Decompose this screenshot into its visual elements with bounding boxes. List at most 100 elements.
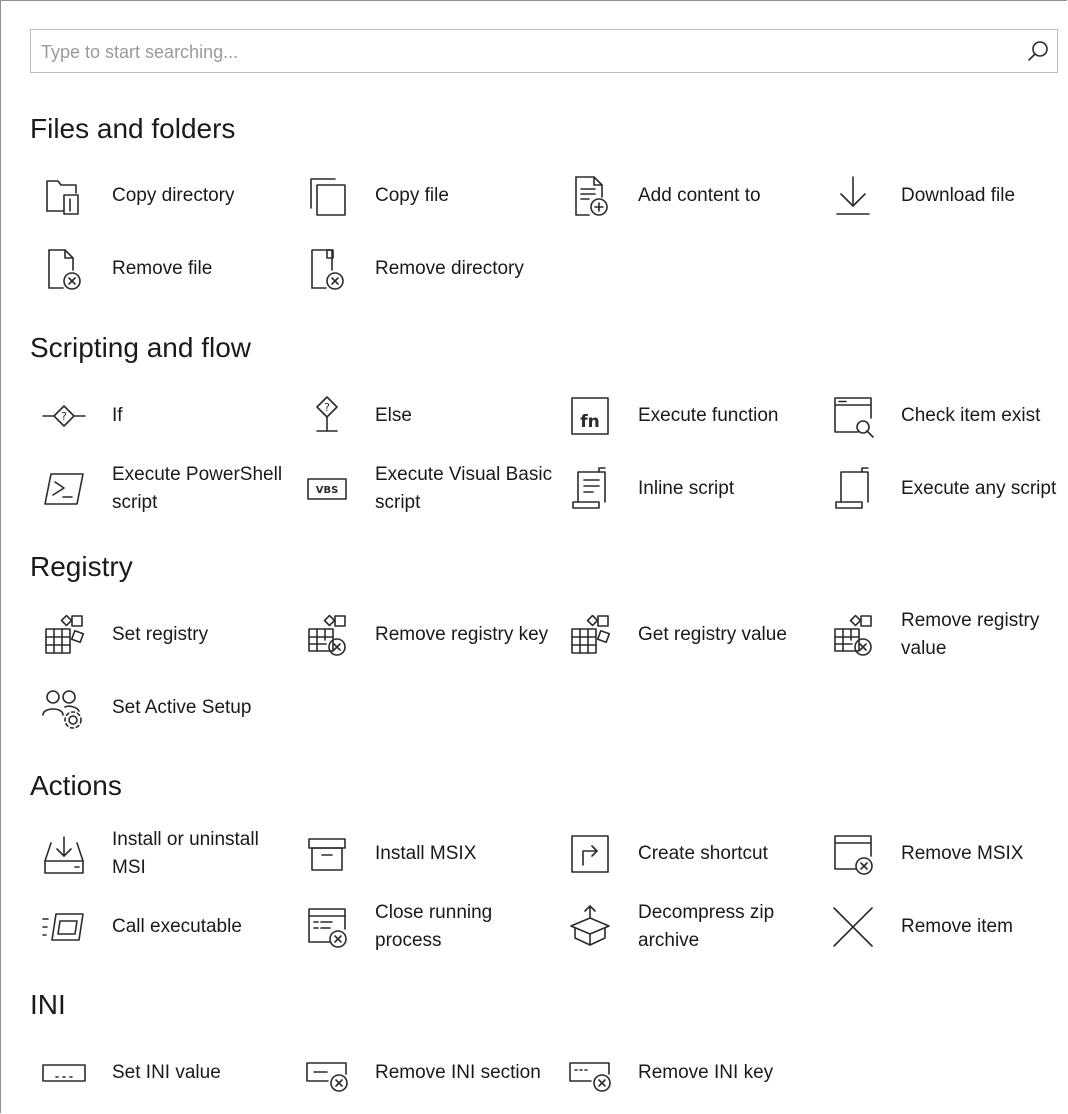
toolbox-item-execute-visual-basic-script[interactable]: VBS Execute Visual Basic script	[302, 459, 564, 519]
toolbox-item-remove-msix[interactable]: Remove MSIX	[828, 824, 1068, 884]
toolbox-item-check-item-exist[interactable]: Check item exist	[828, 386, 1068, 446]
registry-icon	[565, 610, 615, 660]
remove-item-icon	[828, 902, 878, 952]
toolbox-item-create-shortcut[interactable]: Create shortcut	[565, 824, 827, 884]
script-icon	[828, 464, 878, 514]
toolbox-item-copy-directory[interactable]: Copy directory	[39, 166, 301, 226]
toolbox-item-label: Execute function	[638, 405, 779, 426]
remove-window-icon	[828, 829, 878, 879]
toolbox-item-else[interactable]: ? Else	[302, 386, 564, 446]
vbs-icon: VBS	[302, 464, 352, 514]
svg-text:?: ?	[324, 401, 330, 414]
toolbox-item-label: Else	[375, 405, 412, 426]
toolbox-item-install-or-uninstall-msi[interactable]: Install or uninstall MSI	[39, 824, 301, 884]
toolbox-item-label: Install or uninstall MSI	[112, 829, 259, 878]
toolbox-item-label: Remove MSIX	[901, 843, 1024, 864]
check-item-icon	[828, 391, 878, 441]
toolbox-item-label: Set INI value	[112, 1062, 221, 1083]
toolbox-item-set-active-setup[interactable]: Set Active Setup	[39, 678, 301, 738]
toolbox-item-remove-item[interactable]: Remove item	[828, 897, 1068, 957]
toolbox-item-label: Inline script	[638, 478, 735, 499]
toolbox-item-label: Set registry	[112, 624, 209, 645]
toolbox-item-execute-powershell-script[interactable]: Execute PowerShell script	[39, 459, 301, 519]
toolbox-item-label: Remove file	[112, 258, 213, 279]
toolbox-item-add-content-to[interactable]: Add content to	[565, 166, 827, 226]
toolbox-item-execute-function[interactable]: fn Execute function	[565, 386, 827, 446]
powershell-icon	[39, 464, 89, 514]
toolbox-item-remove-registry-value[interactable]: Remove registry value	[828, 605, 1068, 665]
toolbox-item-label: Download file	[901, 185, 1016, 206]
add-content-icon	[565, 171, 615, 221]
toolbox-item-label: Remove item	[901, 916, 1013, 937]
toolbox-item-remove-directory[interactable]: Remove directory	[302, 239, 564, 299]
toolbox-item-remove-file[interactable]: Remove file	[39, 239, 301, 299]
toolbox-item-label: Remove registry key	[375, 624, 549, 645]
section-title-scripting-and-flow: Scripting and flow	[30, 332, 252, 363]
toolbox-item-remove-registry-key[interactable]: Remove registry key	[302, 605, 564, 665]
if-icon: ?	[39, 391, 89, 441]
toolbox-item-label: Remove directory	[375, 258, 524, 279]
toolbox-item-label: Remove registry value	[901, 610, 1040, 659]
toolbox-item-label: Execute PowerShell script	[112, 464, 283, 513]
search-box[interactable]	[30, 29, 1058, 74]
svg-text:?: ?	[61, 410, 67, 423]
remove-registry-icon	[828, 610, 878, 660]
toolbox-item-label: Copy directory	[112, 185, 235, 206]
install-tray-icon	[39, 829, 89, 879]
close-process-icon	[302, 902, 352, 952]
svg-text:VBS: VBS	[316, 485, 339, 496]
toolbox-item-label: Set Active Setup	[112, 697, 252, 718]
remove-registry-icon	[302, 610, 352, 660]
toolbox-item-label: Close running process	[375, 902, 493, 951]
toolbox-item-label: Get registry value	[638, 624, 787, 645]
search-icon[interactable]	[1027, 40, 1049, 62]
ini-value-icon	[39, 1048, 89, 1098]
toolbox-item-label: If	[112, 405, 123, 426]
section-title-actions: Actions	[30, 770, 122, 801]
executable-icon	[39, 902, 89, 952]
toolbox-item-label: Remove INI section	[375, 1062, 541, 1083]
registry-icon	[39, 610, 89, 660]
toolbox-item-label: Add content to	[638, 185, 761, 206]
toolbox-item-get-registry-value[interactable]: Get registry value	[565, 605, 827, 665]
toolbox-item-set-registry[interactable]: Set registry	[39, 605, 301, 665]
search-input[interactable]	[39, 30, 1003, 74]
download-icon	[828, 171, 878, 221]
section-title-ini: INI	[30, 989, 66, 1020]
toolbox-item-label: Create shortcut	[638, 843, 768, 864]
box-icon	[302, 829, 352, 879]
toolbox-item-install-msix[interactable]: Install MSIX	[302, 824, 564, 884]
toolbox-item-download-file[interactable]: Download file	[828, 166, 1068, 226]
toolbox-item-label: Install MSIX	[375, 843, 477, 864]
users-gear-icon	[39, 683, 89, 733]
copy-file-icon	[302, 171, 352, 221]
toolbox-item-set-ini-value[interactable]: Set INI value	[39, 1043, 301, 1103]
toolbox-item-copy-file[interactable]: Copy file	[302, 166, 564, 226]
toolbox-item-remove-ini-section[interactable]: Remove INI section	[302, 1043, 564, 1103]
svg-text:fn: fn	[580, 412, 600, 432]
copy-directory-icon	[39, 171, 89, 221]
remove-file-icon	[39, 244, 89, 294]
toolbox-item-inline-script[interactable]: Inline script	[565, 459, 827, 519]
toolbox-item-label: Remove INI key	[638, 1062, 774, 1083]
toolbox-item-decompress-zip-archive[interactable]: Decompress zip archive	[565, 897, 827, 957]
inline-script-icon	[565, 464, 615, 514]
toolbox-item-label: Call executable	[112, 916, 242, 937]
toolbox-item-label: Decompress zip archive	[638, 902, 775, 951]
toolbox-item-execute-any-script[interactable]: Execute any script	[828, 459, 1068, 519]
function-icon: fn	[565, 391, 615, 441]
section-title-files-and-folders: Files and folders	[30, 113, 236, 144]
remove-ini-section-icon	[302, 1048, 352, 1098]
toolbox-item-if[interactable]: ? If	[39, 386, 301, 446]
toolbox-item-label: Check item exist	[901, 405, 1041, 426]
remove-directory-icon	[302, 244, 352, 294]
section-title-registry: Registry	[30, 551, 133, 582]
decompress-icon	[565, 902, 615, 952]
toolbox-item-close-running-process[interactable]: Close running process	[302, 897, 564, 957]
shortcut-icon	[565, 829, 615, 879]
toolbox-item-label: Copy file	[375, 185, 449, 206]
else-icon: ?	[302, 391, 352, 441]
toolbox-item-label: Execute any script	[901, 478, 1057, 499]
toolbox-item-call-executable[interactable]: Call executable	[39, 897, 301, 957]
toolbox-item-remove-ini-key[interactable]: Remove INI key	[565, 1043, 827, 1103]
